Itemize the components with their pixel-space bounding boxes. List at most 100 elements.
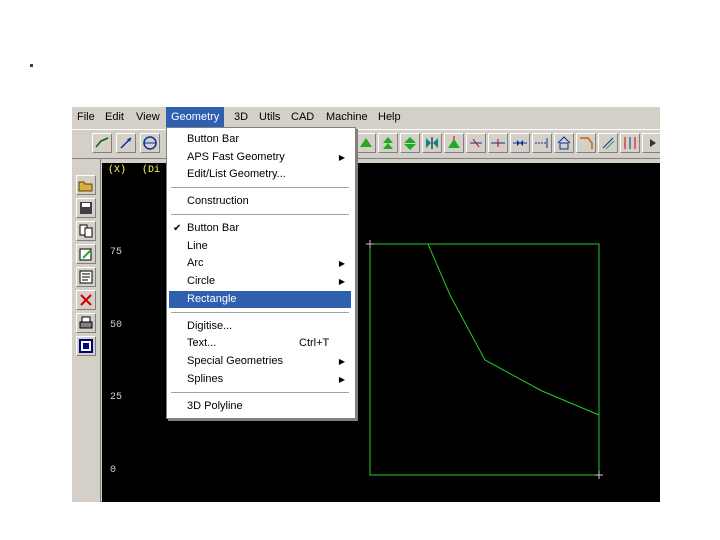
corner-marker-top-left [366, 240, 374, 248]
break-button[interactable] [488, 133, 508, 153]
print-button[interactable] [76, 313, 96, 333]
corner-marker-bottom-right [595, 471, 603, 479]
offset-button[interactable] [598, 133, 618, 153]
menu-separator [171, 312, 349, 314]
stacked-triangle-icon [383, 137, 393, 149]
chamfer-icon [580, 137, 593, 149]
menu-file[interactable]: File [72, 107, 100, 127]
menu-item-special-geometries[interactable]: Special Geometries ▶ [169, 353, 351, 370]
window-button[interactable] [76, 336, 96, 356]
geometry-toolbar [72, 129, 660, 159]
menu-item-label: Text... [187, 337, 217, 349]
more-tools-button[interactable] [642, 133, 660, 153]
submenu-arrow-icon: ▶ [338, 277, 345, 286]
extend-button[interactable] [532, 133, 552, 153]
menu-view[interactable]: View [131, 107, 165, 127]
menu-item-splines[interactable]: Splines ▶ [169, 371, 351, 388]
chamfer-button[interactable] [576, 133, 596, 153]
menu-item-label: Rectangle [187, 293, 237, 305]
arc-tool-button[interactable] [116, 133, 136, 153]
import-button[interactable] [76, 221, 96, 241]
menu-item-edit-list-geometry[interactable]: Edit/List Geometry... [169, 166, 351, 183]
menu-item-label: Construction [187, 195, 249, 207]
checkmark-icon: ✔ [173, 223, 182, 234]
menu-item-button-bar-top[interactable]: Button Bar [169, 131, 351, 148]
break-icon [491, 139, 505, 147]
menu-item-label: Circle [187, 275, 216, 287]
cad-application-window: File Edit View Geometry 3D Utils CAD Mac… [72, 107, 660, 502]
fillet-button[interactable] [554, 133, 574, 153]
line-tool-button[interactable] [92, 133, 112, 153]
menu-item-text[interactable]: Text... Ctrl+T [169, 335, 351, 352]
text-list-icon [79, 270, 93, 284]
mirror-button[interactable] [422, 133, 442, 153]
trim-icon [470, 138, 482, 148]
line-arrow-icon [120, 137, 132, 149]
trim-button[interactable] [466, 133, 486, 153]
menu-item-label: APS Fast Geometry [187, 151, 285, 163]
triangle-arrow-icon [448, 136, 460, 148]
house-icon [557, 136, 571, 150]
floppy-disk-icon [80, 202, 92, 214]
menu-item-digitise[interactable]: Digitise... [169, 318, 351, 335]
circle-tool-button[interactable] [140, 133, 160, 153]
submenu-arrow-icon: ▶ [338, 357, 345, 366]
menu-item-label: Button Bar [187, 133, 239, 145]
menu-item-label: Splines [187, 373, 224, 385]
list-button[interactable] [76, 267, 96, 287]
menu-item-label: Edit/List Geometry... [187, 168, 286, 180]
triangle-flip-button[interactable] [400, 133, 420, 153]
window-frame-icon [79, 339, 93, 353]
menu-help[interactable]: Help [373, 107, 406, 127]
menu-separator [171, 214, 349, 216]
save-file-button[interactable] [76, 198, 96, 218]
menu-utils[interactable]: Utils [254, 107, 285, 127]
printer-icon [79, 316, 93, 329]
menu-cad[interactable]: CAD [286, 107, 319, 127]
menu-item-label: Line [187, 240, 208, 252]
menu-item-label: Special Geometries [187, 355, 283, 367]
submenu-arrow-icon: ▶ [338, 153, 345, 162]
menu-item-label: Arc [187, 257, 204, 269]
triangle-up-button-2[interactable] [378, 133, 398, 153]
menu-item-button-bar[interactable]: ✔ Button Bar [169, 220, 351, 237]
circle-icon [143, 136, 157, 150]
green-triangle-icon [360, 138, 372, 147]
submenu-arrow-icon: ▶ [338, 259, 345, 268]
menu-item-shortcut: Ctrl+T [299, 337, 330, 349]
polyline-icon [95, 137, 109, 148]
offset-icon [602, 137, 615, 150]
menu-item-construction[interactable]: Construction [169, 193, 351, 210]
menu-separator [171, 392, 349, 394]
divide-icon [624, 137, 636, 149]
triangle-up-button-1[interactable] [356, 133, 376, 153]
menu-item-label: Digitise... [187, 320, 233, 332]
menu-item-arc[interactable]: Arc ▶ [169, 255, 351, 272]
menu-edit[interactable]: Edit [100, 107, 129, 127]
rotate-button[interactable] [444, 133, 464, 153]
flip-triangle-icon [404, 137, 416, 150]
pencil-document-icon [79, 248, 92, 261]
more-icon [650, 139, 656, 147]
menu-item-rectangle[interactable]: Rectangle [169, 291, 351, 308]
menu-item-circle[interactable]: Circle ▶ [169, 273, 351, 290]
bullet-dot [30, 64, 33, 67]
menu-item-aps-fast-geometry[interactable]: APS Fast Geometry ▶ [169, 149, 351, 166]
menu-item-line[interactable]: Line [169, 238, 351, 255]
folder-open-icon [78, 181, 93, 192]
menu-item-label: 3D Polyline [187, 400, 243, 412]
delete-button[interactable] [76, 290, 96, 310]
join-button[interactable] [510, 133, 530, 153]
submenu-arrow-icon: ▶ [338, 375, 345, 384]
geometry-dropdown-menu: Button Bar APS Fast Geometry ▶ Edit/List… [166, 127, 356, 419]
edit-document-button[interactable] [76, 244, 96, 264]
red-cross-icon [80, 294, 92, 306]
extend-icon [535, 138, 548, 148]
menu-item-3d-polyline[interactable]: 3D Polyline [169, 398, 351, 415]
divide-button[interactable] [620, 133, 640, 153]
file-toolbar [72, 159, 101, 502]
menu-geometry[interactable]: Geometry [166, 107, 225, 127]
menu-machine[interactable]: Machine [321, 107, 373, 127]
menu-3d[interactable]: 3D [229, 107, 253, 127]
open-file-button[interactable] [76, 175, 96, 195]
